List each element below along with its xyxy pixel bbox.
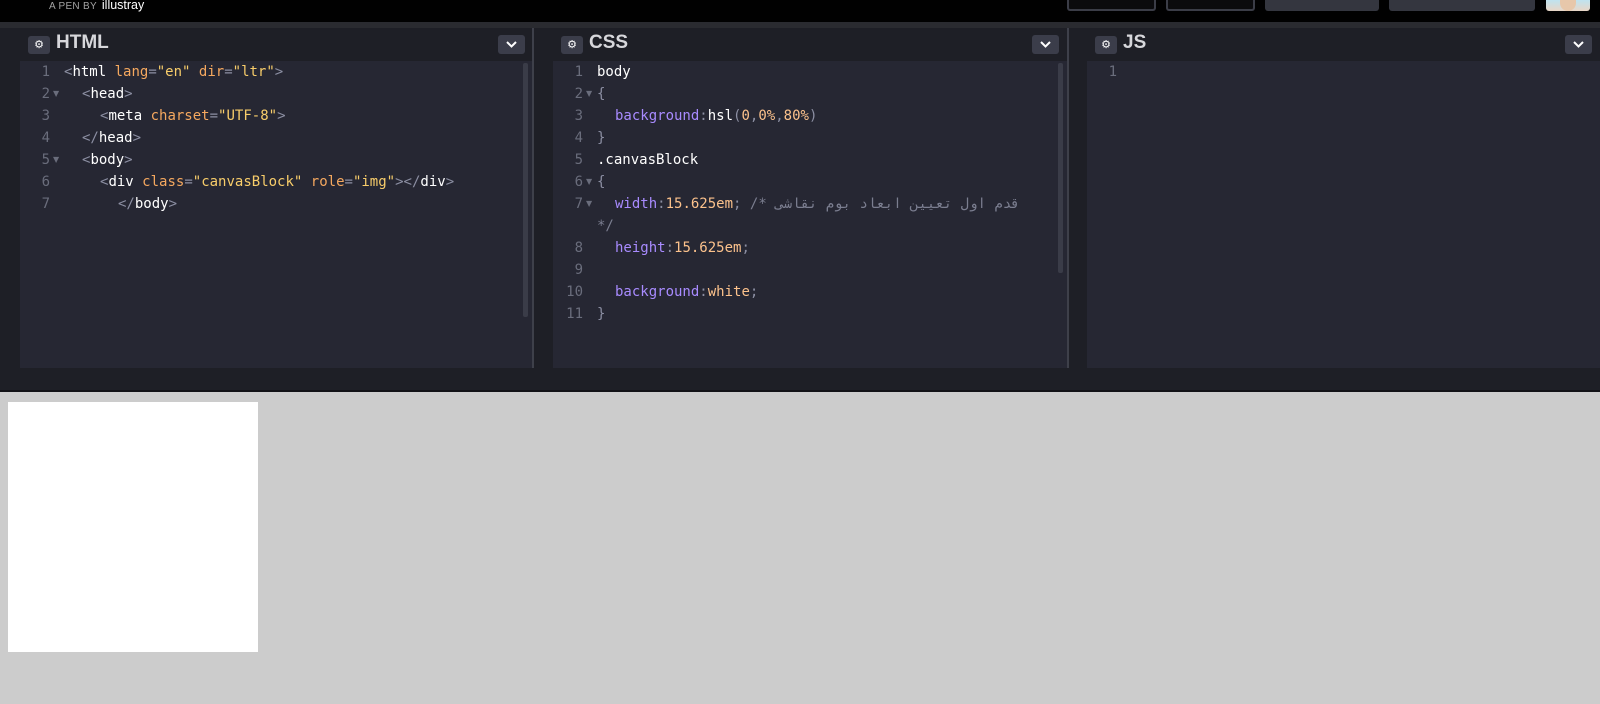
line-number: 7 [574,196,583,212]
author-link[interactable]: illustray [102,0,144,12]
code-line: </head> [82,130,142,146]
chevron-down-icon[interactable] [1565,35,1592,54]
line-number: 5 [574,152,583,168]
line-number: 2 [41,86,50,102]
line-number: 5 [41,152,50,168]
pen-attribution: A PEN BY illustray [49,0,144,12]
toolbar-button[interactable] [1166,0,1255,11]
code-line: <body> [82,152,133,168]
pane-splitter[interactable] [1067,28,1069,392]
code-line: body [597,64,631,80]
toolbar-button[interactable] [1265,0,1379,11]
code-line: height:15.625em; [615,240,750,256]
code-line: { [597,86,606,102]
code-line: </body> [118,196,178,212]
toolbar-button[interactable] [1067,0,1156,11]
fold-toggle-icon[interactable]: ▼ [586,193,592,215]
code-line: } [597,306,606,322]
code-line: background:white; [615,284,759,300]
line-number: 6 [41,174,50,190]
fold-toggle-icon[interactable]: ▼ [53,149,59,171]
line-number: 2 [574,86,583,102]
gear-icon[interactable]: ⚙ [28,36,50,54]
code-line: .canvasBlock [597,152,699,168]
code-line: { [597,174,606,190]
js-code-editor[interactable]: 1 [1087,61,1600,376]
gear-icon[interactable]: ⚙ [1095,36,1117,54]
html-editor-scrollbar[interactable] [523,63,528,317]
js-editor-title: JS [1123,32,1147,53]
html-editor-header: ⚙ HTML [20,28,532,61]
line-number: 1 [41,64,50,80]
toolbar-button[interactable] [1389,0,1535,11]
code-line: */ [597,218,614,234]
html-code-editor[interactable]: 1 2 ▼ 3 4 5 ▼ 6 7 <html lang="en" dir="l… [20,61,532,376]
line-number: 7 [41,196,50,212]
css-editor-title: CSS [589,32,629,53]
editor-area: ⚙ HTML 1 2 ▼ 3 4 5 ▼ 6 7 <html lang="en"… [0,28,1600,392]
html-editor-pane: ⚙ HTML 1 2 ▼ 3 4 5 ▼ 6 7 <html lang="en"… [20,28,532,376]
code-line: <div class="canvasBlock" role="img"></di… [100,174,455,190]
line-number: 4 [41,130,50,146]
line-number: 10 [566,284,583,300]
pen-by-label: A PEN BY [49,1,97,12]
line-number: 3 [41,108,50,124]
preview-canvas-block [8,402,258,652]
css-editor-scrollbar[interactable] [1058,63,1063,273]
top-bar: A PEN BY illustray [0,0,1600,22]
fold-toggle-icon[interactable]: ▼ [586,83,592,105]
line-number: 3 [574,108,583,124]
pane-splitter[interactable] [532,28,534,392]
css-editor-header: ⚙ CSS [553,28,1067,61]
avatar-face [1560,0,1576,11]
chevron-down-icon[interactable] [498,35,525,54]
line-number: 11 [566,306,583,322]
js-editor-header: ⚙ JS [1087,28,1600,61]
html-editor-title: HTML [56,32,109,53]
js-editor-pane: ⚙ JS 1 [1087,28,1600,376]
fold-toggle-icon[interactable]: ▼ [586,171,592,193]
editor-area-bottom-edge [0,368,1600,392]
line-number: 4 [574,130,583,146]
line-number: 1 [1108,64,1117,80]
line-number: 6 [574,174,583,190]
fold-toggle-icon[interactable]: ▼ [53,83,59,105]
line-number: 9 [574,262,583,278]
gear-icon[interactable]: ⚙ [561,36,583,54]
code-line: <meta charset="UTF-8"> [100,108,286,124]
code-line: <head> [82,86,133,102]
avatar[interactable] [1546,0,1590,11]
line-number: 1 [574,64,583,80]
code-line: <html lang="en" dir="ltr"> [64,64,284,80]
css-code-editor[interactable]: 1 2 ▼ 3 4 5 6 ▼ 7 ▼ 8 9 10 11 body { bac… [553,61,1067,376]
code-line: width:15.625em; /* قدم اول تعیین ابعاد ب… [615,196,1020,212]
code-line: } [597,130,606,146]
chevron-down-icon[interactable] [1032,35,1059,54]
line-number: 8 [574,240,583,256]
css-editor-pane: ⚙ CSS 1 2 ▼ 3 4 5 6 ▼ 7 ▼ 8 9 10 11 body… [553,28,1067,376]
code-line: background:hsl(0,0%,80%) [615,108,818,124]
